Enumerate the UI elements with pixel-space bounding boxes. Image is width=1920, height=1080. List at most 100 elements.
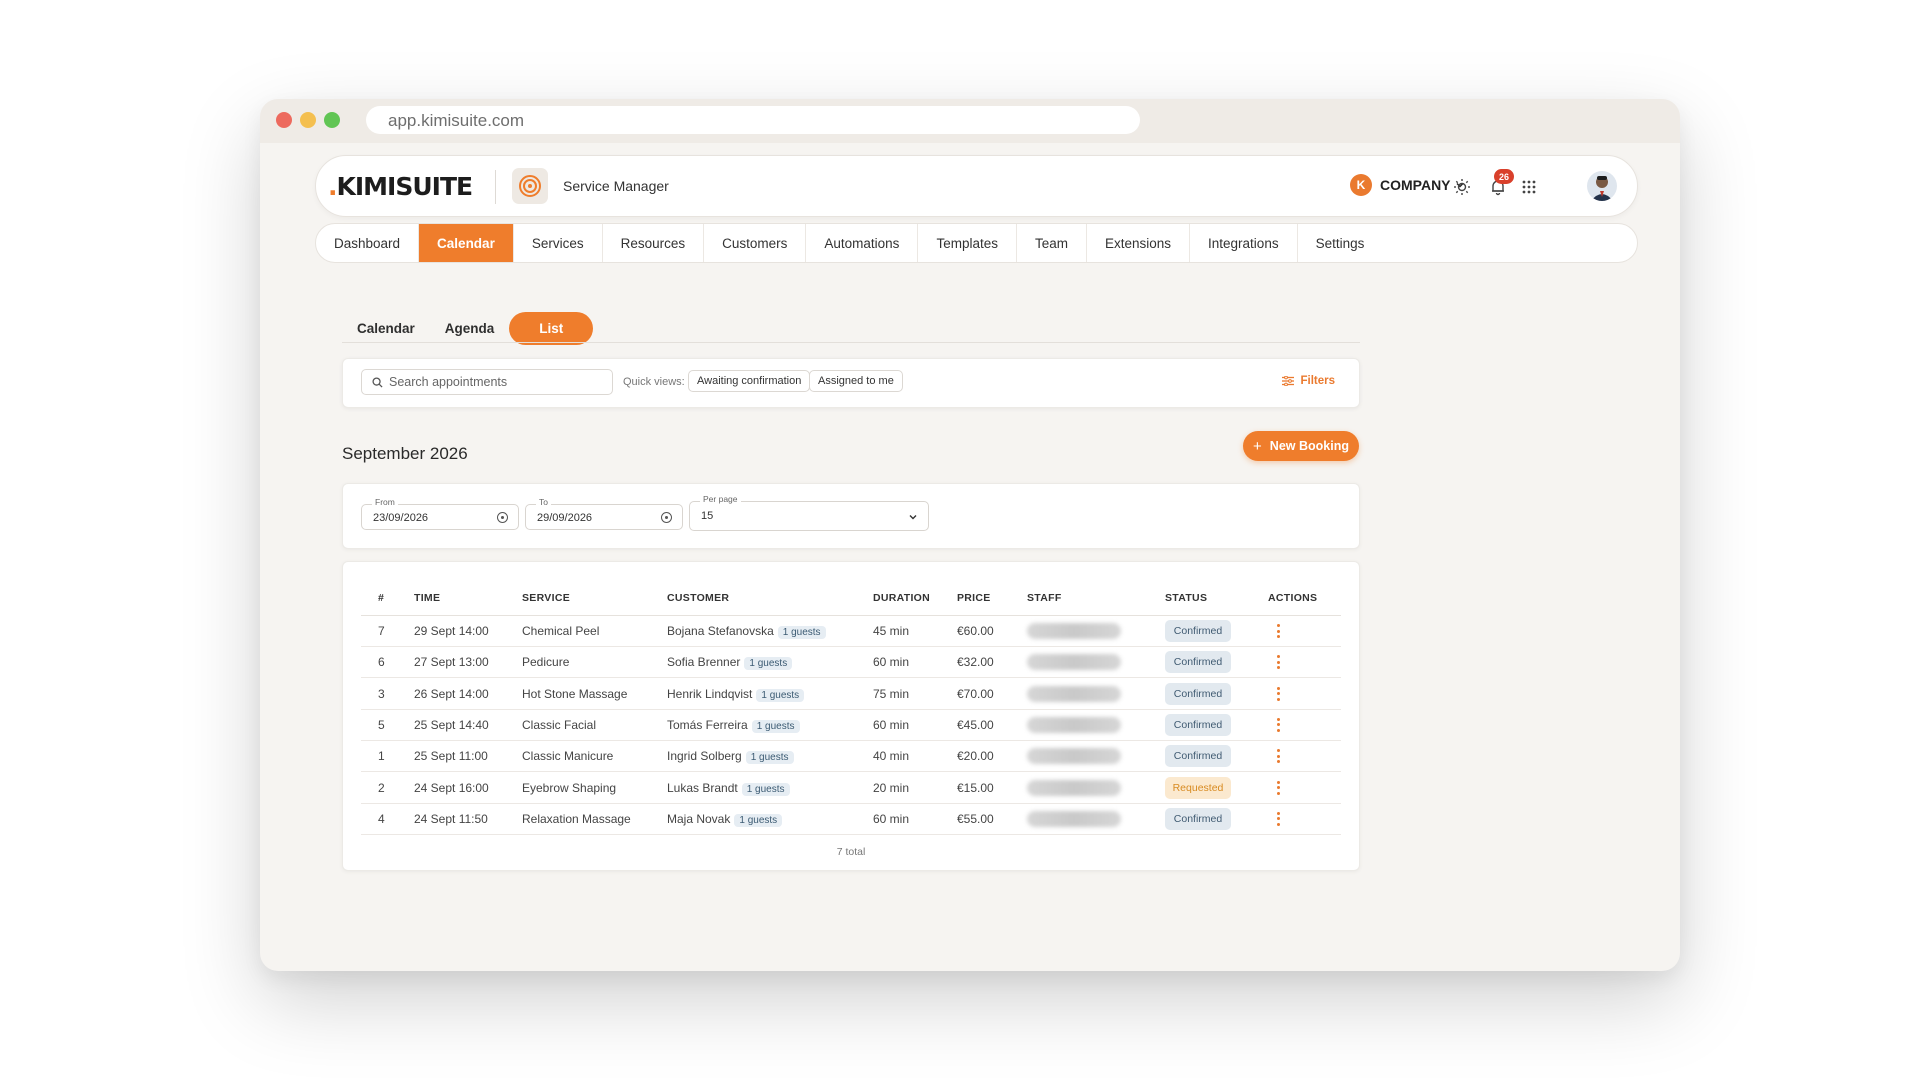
row-service: Eyebrow Shaping (522, 780, 617, 795)
row-time: 25 Sept 11:00 (414, 749, 488, 764)
date-filter-panel: From 23/09/2026 To 29/09/2026 Per page 1… (342, 483, 1360, 549)
guests-badge: 1 guests (777, 626, 826, 639)
table-row[interactable]: 1 25 Sept 11:00 Classic Manicure 40 min €20.… (361, 741, 1341, 773)
row-time: 27 Sept 13:00 (414, 655, 489, 670)
status-badge: Confirmed (1165, 713, 1231, 736)
calendar-icon[interactable] (497, 512, 508, 523)
minimize-window-button[interactable] (300, 112, 316, 128)
customer-name: Ingrid Solberg (667, 749, 742, 764)
kebab-menu-icon[interactable] (1277, 686, 1281, 701)
sun-icon[interactable] (1450, 175, 1474, 199)
plus-icon: + (1253, 437, 1262, 455)
staff-name-redacted (1027, 716, 1121, 733)
nav-resources[interactable]: Resources (603, 224, 705, 262)
table-header: # TIME SERVICE CUSTOMER DURATION PRICE S… (361, 592, 1341, 616)
row-price: €15.00 (957, 780, 994, 795)
row-price: €20.00 (957, 749, 994, 764)
tab-list[interactable]: List (509, 312, 594, 345)
row-customer[interactable]: Ingrid Solberg 1 guests (667, 749, 794, 765)
table-row[interactable]: 2 24 Sept 16:00 Eyebrow Shaping 20 min €15.0… (361, 773, 1341, 804)
column-duration: DURATION (873, 592, 931, 604)
address-bar[interactable]: app.kimisuite.com (366, 106, 1140, 134)
to-value: 29/09/2026 (537, 512, 593, 524)
nav-calendar[interactable]: Calendar (419, 224, 514, 262)
row-time: 29 Sept 14:00 (414, 624, 489, 638)
nav-integrations[interactable]: Integrations (1190, 224, 1298, 262)
kebab-menu-icon[interactable] (1277, 655, 1281, 670)
from-label: From (372, 497, 398, 507)
nav-automations[interactable]: Automations (806, 224, 919, 262)
guests-badge: 1 guests (734, 813, 783, 827)
table-row[interactable]: 6 27 Sept 13:00 Pedicure 60 min €32.00 Sofia … (361, 647, 1341, 679)
nav-services[interactable]: Services (514, 224, 603, 262)
main-nav: Dashboard Calendar Services Resources Cu… (315, 223, 1638, 263)
filters-button[interactable]: Filters (1282, 375, 1335, 387)
nav-templates[interactable]: Templates (918, 224, 1017, 262)
search-input[interactable]: Search appointments (361, 369, 613, 395)
row-service: Hot Stone Massage (522, 686, 628, 701)
kebab-menu-icon[interactable] (1277, 717, 1281, 732)
header-divider (495, 170, 496, 204)
status-badge: Requested (1165, 776, 1231, 799)
status-badge: Confirmed (1165, 620, 1231, 642)
row-customer[interactable]: Tomás Ferreira 1 guests (667, 718, 800, 733)
app-header: .KIMISUITE Service Manager K COMPANY 26 (315, 155, 1638, 217)
app-name: Service Manager (563, 178, 669, 194)
apps-grid-icon[interactable] (1517, 175, 1541, 199)
kebab-menu-icon[interactable] (1277, 749, 1281, 764)
nav-settings[interactable]: Settings (1298, 224, 1383, 262)
tab-calendar[interactable]: Calendar (342, 312, 430, 345)
nav-dashboard[interactable]: Dashboard (316, 224, 420, 262)
to-date-field[interactable]: To 29/09/2026 (525, 497, 683, 530)
search-icon (372, 376, 383, 388)
table-row[interactable]: 4 24 Sept 11:50 Relaxation Massage 60 min €5… (361, 804, 1341, 835)
customer-name: Maja Novak (667, 811, 731, 826)
quick-view-awaiting-confirmation[interactable]: Awaiting confirmation (688, 370, 811, 392)
total-count: 7 total (836, 846, 866, 858)
service-manager-icon (512, 168, 548, 204)
nav-customers[interactable]: Customers (704, 224, 807, 262)
guests-badge: 1 guests (745, 751, 794, 765)
tab-agenda[interactable]: Agenda (430, 312, 510, 345)
row-price: €70.00 (957, 686, 994, 701)
row-customer[interactable]: Sofia Brenner 1 guests (667, 655, 793, 671)
kebab-menu-icon[interactable] (1277, 780, 1281, 795)
bell-icon[interactable]: 26 (1486, 169, 1514, 199)
customer-name: Henrik Lindqvist (667, 686, 753, 701)
customer-name: Tomás Ferreira (667, 717, 748, 732)
maximize-window-button[interactable] (324, 112, 340, 128)
row-customer[interactable]: Bojana Stefanovska 1 guests (667, 624, 826, 639)
row-number: 7 (378, 624, 385, 638)
table-row[interactable]: 7 29 Sept 14:00 Chemical Peel 45 min €60.00 B… (361, 616, 1341, 647)
staff-name-redacted (1027, 685, 1121, 702)
row-customer[interactable]: Lukas Brandt 1 guests (667, 781, 790, 796)
user-avatar[interactable] (1587, 171, 1617, 201)
new-booking-button[interactable]: + New Booking (1243, 431, 1359, 461)
table-row[interactable]: 3 26 Sept 14:00 Hot Stone Massage 75 min €70… (361, 679, 1341, 710)
kimisuite-logo[interactable]: .KIMISUITE (328, 172, 473, 201)
kebab-menu-icon[interactable] (1277, 624, 1281, 638)
row-number: 6 (378, 655, 385, 670)
row-number: 3 (378, 686, 385, 701)
row-customer[interactable]: Henrik Lindqvist 1 guests (667, 686, 805, 702)
browser-window: app.kimisuite.com .KIMISUITE Service Man… (260, 99, 1680, 971)
row-service: Relaxation Massage (522, 811, 631, 826)
row-price: €32.00 (957, 655, 994, 670)
new-booking-label: New Booking (1269, 439, 1349, 453)
column-actions: ACTIONS (1268, 592, 1318, 604)
row-customer[interactable]: Maja Novak 1 guests (667, 811, 783, 827)
per-page-select[interactable]: Per page 15 (689, 494, 929, 531)
quick-view-assigned-to-me[interactable]: Assigned to me (809, 370, 903, 392)
nav-extensions[interactable]: Extensions (1087, 224, 1191, 262)
close-window-button[interactable] (276, 112, 292, 128)
column-status: STATUS (1165, 592, 1208, 604)
nav-team[interactable]: Team (1017, 224, 1087, 262)
chevron-down-icon (909, 515, 917, 520)
from-date-field[interactable]: From 23/09/2026 (361, 497, 519, 530)
calendar-icon[interactable] (661, 512, 672, 523)
staff-name-redacted (1027, 810, 1121, 827)
table-row[interactable]: 5 25 Sept 14:40 Classic Facial 60 min €45.00… (361, 710, 1341, 741)
company-label: COMPANY (1380, 177, 1451, 193)
kebab-menu-icon[interactable] (1277, 811, 1281, 826)
company-switcher[interactable]: K COMPANY (1350, 174, 1465, 196)
